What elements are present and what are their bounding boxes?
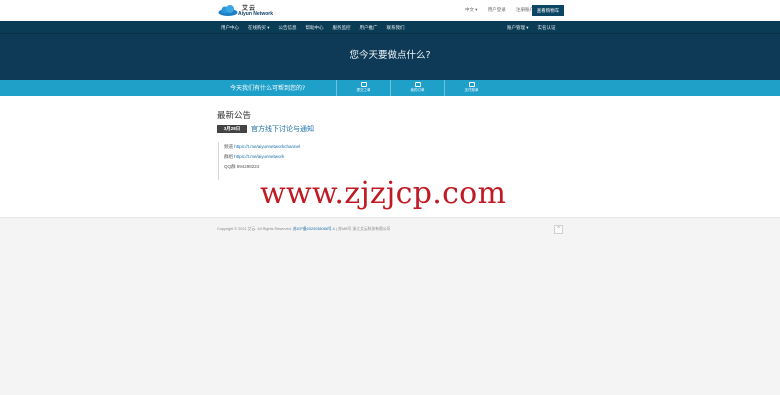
top-bar: 艾云 Aiyun Network 中文 ▾ 用户登录 注册账户 查看购物车 xyxy=(0,0,780,21)
submit-ticket-button[interactable]: 提交工单 xyxy=(336,80,390,96)
top-links: 中文 ▾ 用户登录 注册账户 xyxy=(456,7,534,13)
action-prompt: 今天我们有什么可帮到您的? xyxy=(230,85,306,92)
nav-item-affiliate[interactable]: 用户推广 xyxy=(360,21,378,34)
hero-banner: 您今天要做点什么? xyxy=(0,34,780,80)
nav-left: 用户中心 在线购买 ▾ 公告信息 帮助中心 服务监控 用户推广 联系我们 xyxy=(221,21,414,34)
hero-title: 您今天要做点什么? xyxy=(349,50,431,61)
main-navbar: 用户中心 在线购买 ▾ 公告信息 帮助中心 服务监控 用户推广 联系我们 账户管… xyxy=(0,21,780,34)
nav-right: 账户管理 ▾ 实名认证 xyxy=(507,21,565,34)
brand-name-en: Aiyun Network xyxy=(238,11,274,17)
footer: Copyright © 2021 艾云. All Rights Reserved… xyxy=(0,217,780,395)
channel-line: 频道 https://t.me/aiyunnetworkchannel xyxy=(224,142,358,152)
nav-item-verification[interactable]: 实名认证 xyxy=(538,21,556,34)
nav-item-announcements[interactable]: 公告信息 xyxy=(279,21,297,34)
channel-link[interactable]: https://t.me/aiyunnetworkchannel xyxy=(234,144,300,149)
section-title: 最新公告 xyxy=(217,111,252,121)
invoice-icon xyxy=(468,82,475,87)
announcement-body: 频道 https://t.me/aiyunnetworkchannel 群组 h… xyxy=(218,142,358,180)
group-link[interactable]: https://t.me/aiyunnetwork xyxy=(234,154,284,159)
login-link[interactable]: 用户登录 xyxy=(488,7,506,12)
copyright-text: Copyright © 2021 艾云. All Rights Reserved… xyxy=(217,227,292,231)
back-to-top-button[interactable]: ^ xyxy=(554,225,563,234)
nav-item-account[interactable]: 账户管理 ▾ xyxy=(507,21,529,34)
ticket-icon xyxy=(360,82,367,87)
view-cart-button[interactable]: 查看购物车 xyxy=(532,5,564,16)
language-selector[interactable]: 中文 ▾ xyxy=(465,7,478,12)
footer-copyright: Copyright © 2021 艾云. All Rights Reserved… xyxy=(217,227,390,232)
my-orders-label: 我的订单 xyxy=(410,88,425,92)
watermark: www.zjzjcp.com xyxy=(260,176,507,211)
nav-item-user-center[interactable]: 用户中心 xyxy=(221,21,239,34)
pay-invoice-label: 支付账单 xyxy=(464,88,479,92)
qq-line: QQ群 994298224 xyxy=(224,162,358,172)
group-line: 群组 https://t.me/aiyunnetwork xyxy=(224,152,358,162)
logo[interactable]: 艾云 Aiyun Network xyxy=(218,3,274,18)
submit-ticket-label: 提交工单 xyxy=(356,88,371,92)
nav-item-contact[interactable]: 联系我们 xyxy=(387,21,405,34)
company-text: | 苏MB号 浙江艾云科技有限公司 xyxy=(335,227,391,231)
channel-label: 频道 xyxy=(224,144,235,149)
date-badge: 3月28日 xyxy=(217,125,247,133)
my-orders-button[interactable]: 我的订单 xyxy=(390,80,444,96)
orders-icon xyxy=(414,82,421,87)
icp-link[interactable]: 苏ICP备2020038088号-1 xyxy=(293,227,335,231)
pay-invoice-button[interactable]: 支付账单 xyxy=(444,80,498,96)
action-bar: 今天我们有什么可帮到您的? 提交工单 我的订单 支付账单 xyxy=(0,80,780,96)
cloud-icon xyxy=(218,5,238,16)
nav-item-service-monitor[interactable]: 服务监控 xyxy=(333,21,351,34)
announcement-link[interactable]: 官方线下讨论与通知 xyxy=(251,124,314,134)
qq-label: QQ群 994298224 xyxy=(224,164,260,169)
nav-item-buy-online[interactable]: 在线购买 ▾ xyxy=(248,21,270,34)
group-label: 群组 xyxy=(224,154,235,159)
nav-item-help-center[interactable]: 帮助中心 xyxy=(306,21,324,34)
